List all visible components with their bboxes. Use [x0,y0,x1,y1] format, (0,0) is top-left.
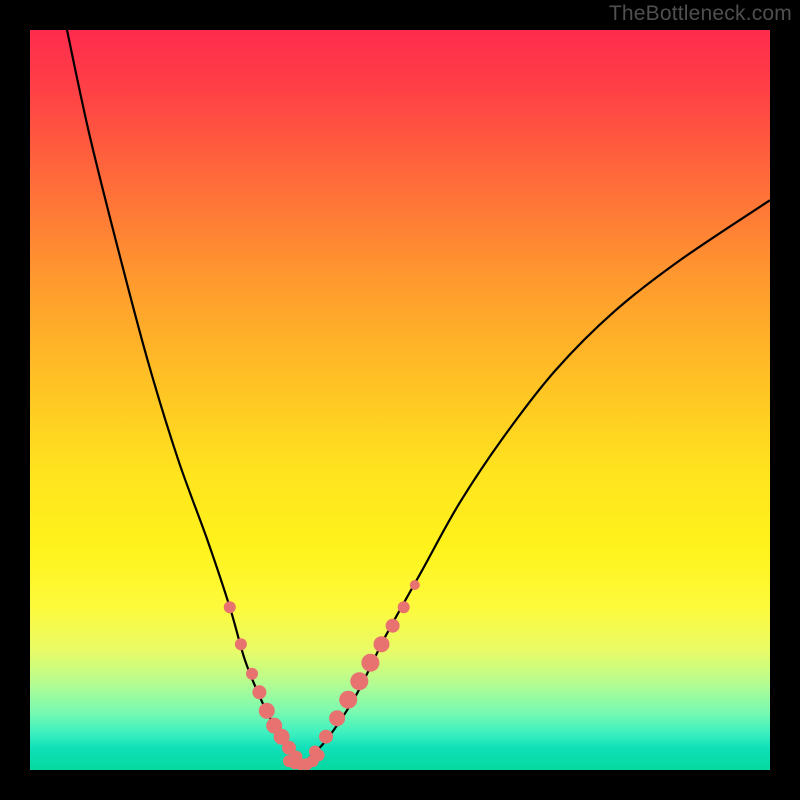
curve-layer [30,30,770,770]
marker-dot [235,638,247,650]
bottleneck-curve-right [304,200,770,762]
marker-dot [398,601,410,613]
marker-dot [410,580,420,590]
marker-dot [350,672,368,690]
bottleneck-curve-left [67,30,304,763]
marker-dot [374,636,390,652]
marker-dot [252,685,266,699]
data-markers [224,580,420,770]
marker-dot [246,668,258,680]
marker-dot [224,601,236,613]
chart-frame: TheBottleneck.com [0,0,800,800]
marker-dot [329,710,345,726]
marker-dot [319,730,333,744]
watermark-text: TheBottleneck.com [609,2,792,26]
marker-dot [309,746,321,758]
marker-dot [259,703,275,719]
gradient-plot-area [30,30,770,770]
marker-dot [386,619,400,633]
marker-dot [339,691,357,709]
marker-dot [361,654,379,672]
